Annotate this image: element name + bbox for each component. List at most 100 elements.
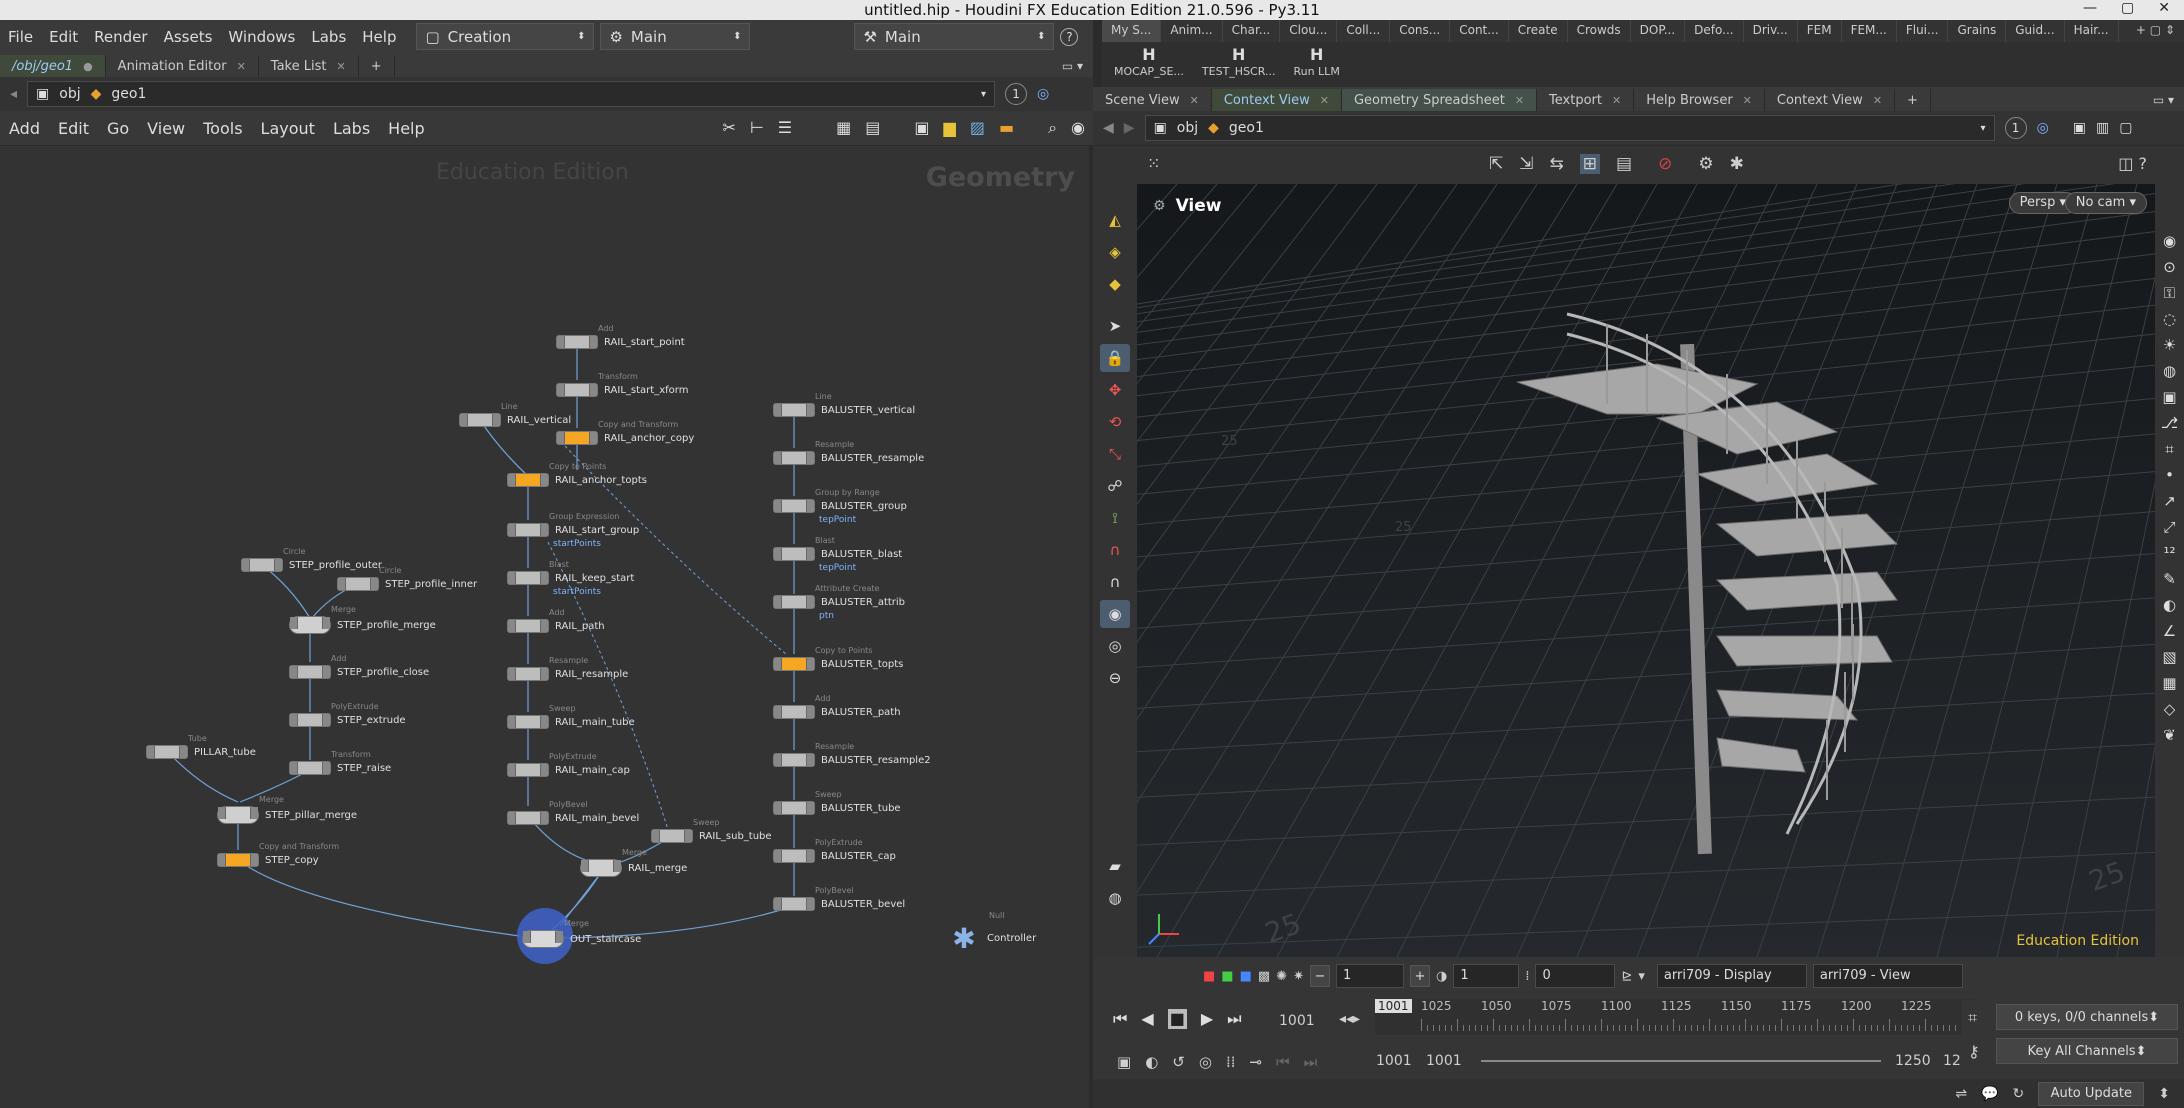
ne-menu-add[interactable]: Add — [0, 119, 49, 138]
rotate-icon[interactable]: ⟲ — [1100, 408, 1130, 436]
key-nav-icon[interactable]: ◂◂▸ — [1339, 1011, 1360, 1027]
light-icon[interactable]: ☀ — [2158, 334, 2182, 356]
desktop-creation-select[interactable]: ▢ Creation ⬍ — [416, 23, 595, 50]
forward-arrow-icon[interactable]: ▶ — [1124, 120, 1135, 136]
bake-icon[interactable]: ◆ — [1100, 270, 1130, 298]
shelf-tab[interactable]: DOP... — [1631, 20, 1686, 42]
shelf-options-icon[interactable]: + ▢ ⇕ — [2127, 20, 2184, 42]
edit-icon[interactable]: ◈ — [1100, 238, 1130, 266]
shelf-tab[interactable]: Grains — [1948, 20, 2007, 42]
help-icon[interactable]: ? — [1060, 27, 1079, 46]
tab-network[interactable]: /obj/geo1 ● — [0, 55, 106, 77]
node-body[interactable] — [507, 667, 549, 681]
number-icon[interactable]: ¹² — [2158, 542, 2182, 564]
node-controller[interactable]: ✱ Null Controller — [947, 911, 1036, 955]
shelf-tool[interactable]: H MOCAP_SE... — [1114, 42, 1184, 87]
alpha-channel-icon[interactable]: ▩ — [1258, 969, 1270, 984]
node-rail-main-cap[interactable]: PolyExtrude RAIL_main_cap — [507, 752, 630, 777]
paint-icon[interactable]: ◭ — [1100, 206, 1130, 234]
node-body[interactable] — [773, 451, 815, 465]
tab-context-view-2[interactable]: Context View ✕ — [1765, 89, 1896, 111]
ghost-icon[interactable]: ◌ — [2158, 308, 2182, 330]
link-icon[interactable]: ◎ — [1037, 86, 1049, 102]
menu-edit[interactable]: Edit — [41, 28, 86, 46]
node-baluster-path[interactable]: Add BALUSTER_path — [773, 694, 901, 719]
shelf-tab[interactable]: Driv... — [1744, 20, 1798, 42]
node-rail-start-group[interactable]: Group Expression RAIL_start_group startPoi… — [507, 512, 639, 549]
key-filter-icon[interactable]: ⊸ — [1250, 1053, 1263, 1071]
node-body[interactable]: ✱ — [947, 922, 981, 955]
shelf-tab[interactable]: FEM... — [1842, 20, 1897, 42]
ne-menu-tools[interactable]: Tools — [194, 119, 251, 138]
ne-menu-edit[interactable]: Edit — [49, 119, 98, 138]
guide-icon[interactable]: ⎇ — [2158, 412, 2182, 434]
box-icon[interactable]: ▬ — [999, 118, 1014, 138]
node-body[interactable] — [773, 753, 815, 767]
node-rail-anchor-topts[interactable]: Copy to Points RAIL_anchor_topts — [507, 462, 647, 487]
node-rail-anchor-copy[interactable]: Copy and Transform RAIL_anchor_copy — [556, 420, 694, 445]
exposure-field[interactable]: 1 — [1336, 964, 1404, 988]
grid2-icon[interactable]: ▤ — [865, 118, 880, 138]
layout-icon[interactable]: ▣ — [2073, 120, 2086, 136]
node-baluster-tube[interactable]: Sweep BALUSTER_tube — [773, 790, 901, 815]
tab-help-browser[interactable]: Help Browser ✕ — [1634, 89, 1765, 111]
tex-icon[interactable]: ▧ — [2158, 646, 2182, 668]
viewport-label[interactable]: ⚙ View — [1153, 196, 1221, 216]
node-baluster-vertical[interactable]: Line BALUSTER_vertical — [773, 392, 915, 417]
grid-icon[interactable]: ▦ — [836, 118, 851, 138]
chevron-down-icon[interactable]: ▾ — [1981, 123, 1986, 134]
stop-icon[interactable]: ⊘ — [1658, 154, 1672, 174]
lut-icon[interactable]: ⊵ — [1621, 969, 1632, 984]
desktop-main-select[interactable]: ⚙ Main ⬍ — [600, 23, 751, 50]
tree-icon[interactable]: ⊢ — [750, 118, 764, 138]
orbit-icon[interactable]: ◎ — [1100, 632, 1130, 660]
image-icon[interactable]: ▨ — [970, 118, 985, 138]
chevron-down-icon[interactable]: ▾ — [981, 89, 986, 100]
node-step-profile-inner[interactable]: Circle STEP_profile_inner — [337, 566, 477, 591]
realtime-icon[interactable]: ◎ — [1199, 1053, 1212, 1071]
node-body[interactable] — [773, 657, 815, 671]
pane-options-icon[interactable]: ▭ ▾ — [2143, 89, 2184, 111]
jump-start-icon[interactable]: ⏮ — [1113, 1009, 1127, 1029]
path-field[interactable]: ▣ obj ◆ geo1 ▾ — [27, 81, 996, 107]
range-slider[interactable] — [1481, 1060, 1881, 1062]
ne-menu-layout[interactable]: Layout — [252, 119, 324, 138]
keys-status-button[interactable]: 0 keys, 0/0 channels ⬍ — [1996, 1004, 2178, 1030]
camera-options-icon[interactable]: ◫ ? — [2118, 154, 2147, 173]
settings-icon[interactable]: ✱ — [1730, 154, 1744, 174]
node-body[interactable] — [217, 853, 259, 867]
list-icon[interactable]: ☰ — [778, 118, 792, 138]
node-baluster-resample[interactable]: Resample BALUSTER_resample — [773, 440, 924, 465]
node-body[interactable] — [556, 431, 598, 445]
transform-icon[interactable]: ✥ — [1100, 376, 1130, 404]
lights-icon[interactable]: ⚙ — [1698, 154, 1713, 174]
node-rail-vertical[interactable]: Line RAIL_vertical — [459, 402, 571, 427]
display-icon[interactable]: ▤ — [1616, 154, 1632, 174]
menu-assets[interactable]: Assets — [156, 28, 221, 46]
audio-icon[interactable]: ◐ — [1145, 1053, 1158, 1071]
loop-icon[interactable]: ↺ — [1172, 1053, 1185, 1071]
node-baluster-cap[interactable]: PolyExtrude BALUSTER_cap — [773, 838, 896, 863]
node-body[interactable] — [507, 523, 549, 537]
shelf-tool[interactable]: H Run LLM — [1293, 42, 1339, 87]
sticky-icon[interactable]: ▣ — [914, 118, 929, 138]
select-mode-icon[interactable]: ⇱ — [1489, 154, 1503, 174]
node-step-profile-merge[interactable]: Merge STEP_profile_merge — [289, 605, 436, 634]
menu-render[interactable]: Render — [86, 28, 155, 46]
network-editor[interactable]: Education Edition Geometry Add RAIL_start… — [0, 146, 1089, 1108]
chevron-down-icon[interactable]: ▾ — [1638, 969, 1645, 984]
current-frame-field[interactable]: 1001 — [1279, 1013, 1315, 1029]
shelf-tab[interactable]: FEM — [1798, 20, 1842, 42]
cache-icon[interactable]: ⇌ — [1955, 1086, 1967, 1102]
node-body[interactable] — [507, 619, 549, 633]
close-icon[interactable]: ✕ — [237, 60, 246, 73]
node-body[interactable] — [773, 547, 815, 561]
minimize-button[interactable]: — — [2083, 0, 2097, 20]
display-select[interactable]: arri709 - Display — [1656, 964, 1807, 988]
node-body[interactable] — [773, 595, 815, 609]
node-body[interactable] — [556, 383, 598, 397]
node-rail-keep-start[interactable]: Blast RAIL_keep_start startPoints — [507, 560, 634, 597]
ne-menu-go[interactable]: Go — [98, 119, 138, 138]
levels-icon[interactable]: ⁞ — [1525, 969, 1529, 984]
shelf-tab[interactable]: Create — [1509, 20, 1568, 42]
